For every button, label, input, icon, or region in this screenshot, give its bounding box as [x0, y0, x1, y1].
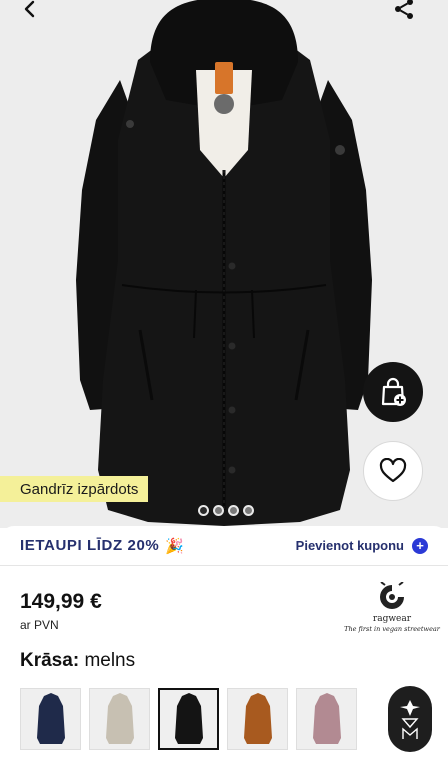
share-button[interactable]: [386, 0, 422, 24]
vat-note: ar PVN: [20, 618, 59, 632]
color-swatch-cinnamon[interactable]: [227, 688, 288, 750]
ragwear-logo-icon: [380, 582, 404, 609]
coat-thumbnail: [36, 693, 65, 744]
bag-plus-icon: [381, 377, 406, 406]
almost-sold-out-badge: Gandrīz izpārdots: [0, 476, 149, 502]
heart-icon: [379, 458, 407, 483]
coat-thumbnail: [243, 693, 272, 744]
color-swatch-black[interactable]: [158, 688, 219, 750]
carousel-dot[interactable]: [243, 505, 254, 516]
diamond-logo-icon: [400, 700, 420, 739]
coat-thumbnail: [312, 693, 341, 744]
add-to-bag-button[interactable]: [363, 362, 423, 422]
product-details-sheet: IETAUPI LĪDZ 20% 🎉 Pievienot kuponu + 14…: [0, 526, 448, 768]
plus-circle-icon: +: [412, 537, 428, 554]
promo-text: IETAUPI LĪDZ 20%: [20, 537, 160, 554]
brand-tagline: The first in vegan streetwear: [344, 625, 440, 633]
wishlist-button[interactable]: [363, 441, 423, 501]
color-label: Krāsa:: [20, 650, 80, 671]
brand-name: ragwear: [372, 614, 412, 624]
color-swatch-beige[interactable]: [89, 688, 150, 750]
coat-thumbnail: [174, 693, 203, 744]
color-heading: Krāsa: melns: [20, 650, 135, 672]
promo-banner[interactable]: IETAUPI LĪDZ 20% 🎉 Pievienot kuponu +: [0, 526, 448, 566]
carousel-dot[interactable]: [198, 505, 209, 516]
color-swatch-list: [20, 688, 357, 750]
product-price: 149,99 €: [20, 590, 102, 613]
back-button[interactable]: [12, 0, 48, 24]
party-popper-icon: 🎉: [165, 537, 185, 555]
product-image[interactable]: Gandrīz izpārdots: [0, 0, 448, 528]
carousel-dot[interactable]: [228, 505, 239, 516]
carousel-indicator: [198, 505, 254, 516]
coat-thumbnail: [105, 693, 134, 744]
brand-logo[interactable]: ragwear The first in vegan streetwear: [344, 582, 440, 638]
assistant-fab-button[interactable]: [388, 686, 432, 752]
color-value: melns: [84, 650, 136, 671]
add-coupon-button[interactable]: Pievienot kuponu +: [295, 537, 428, 554]
add-coupon-label: Pievienot kuponu: [295, 538, 404, 553]
carousel-dot[interactable]: [213, 505, 224, 516]
chevron-left-icon: [24, 0, 35, 18]
color-swatch-mauve[interactable]: [296, 688, 357, 750]
share-icon: [395, 0, 413, 19]
color-swatch-navy[interactable]: [20, 688, 81, 750]
